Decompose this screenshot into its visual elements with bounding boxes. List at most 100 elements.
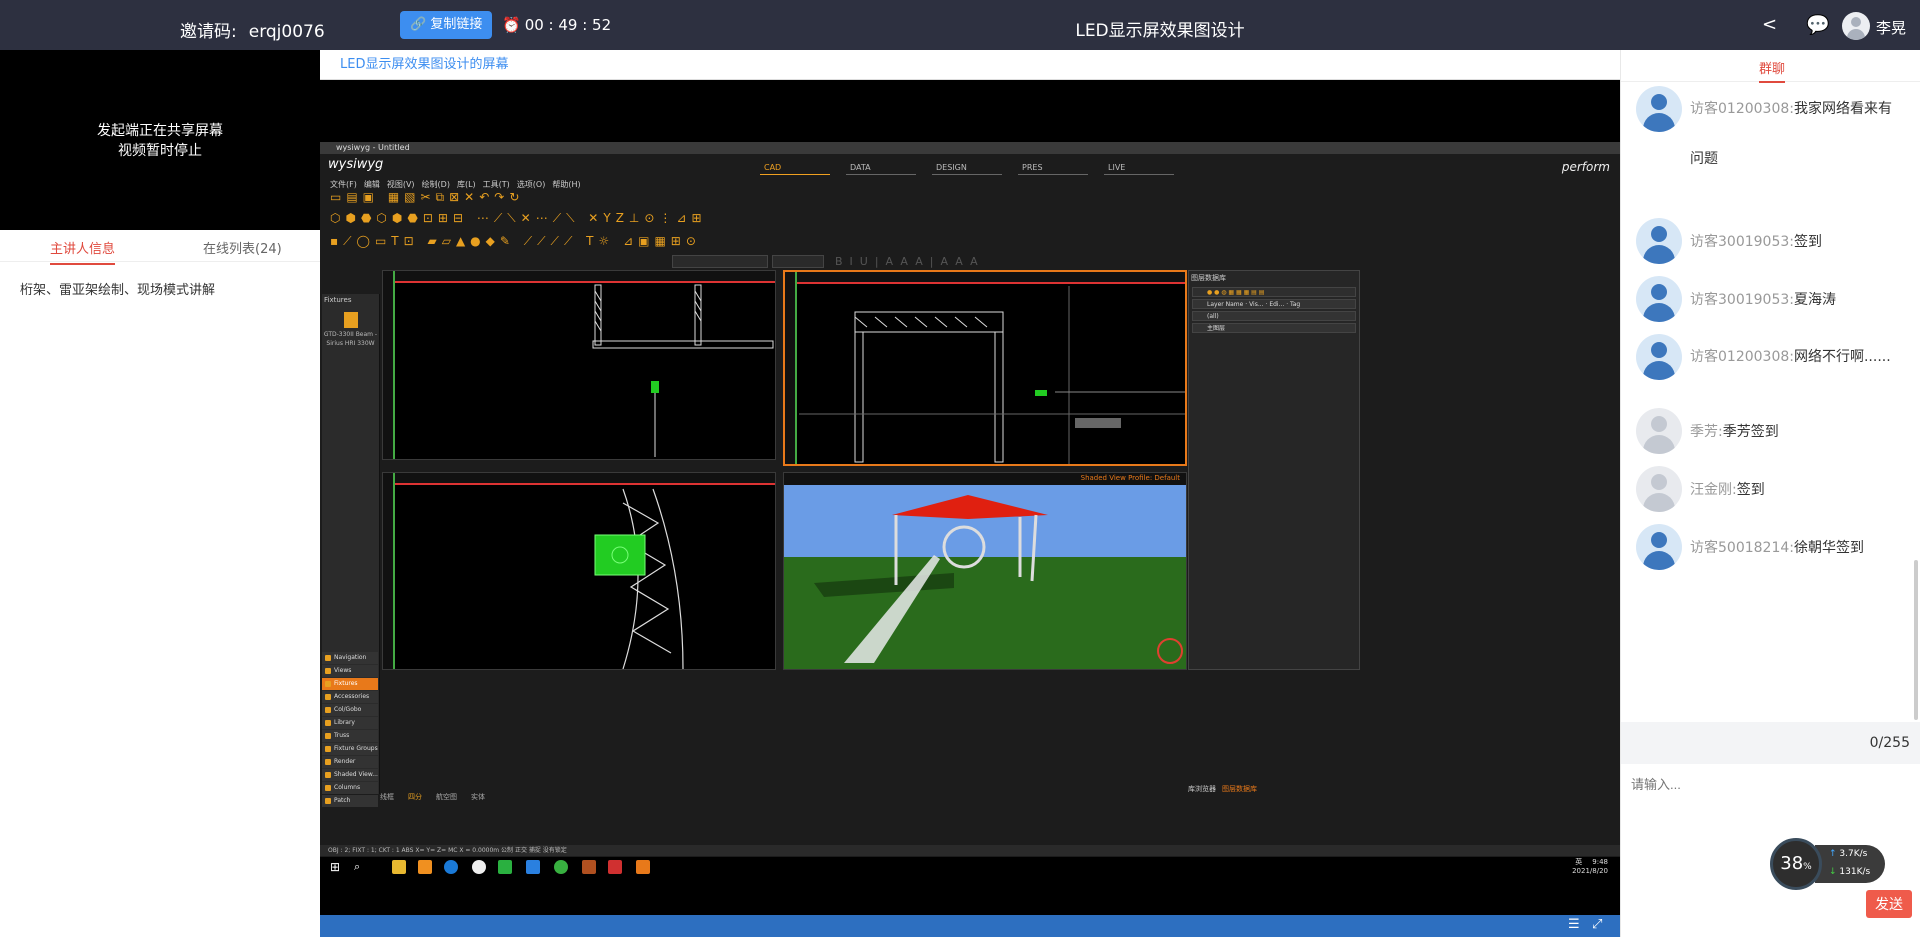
side-nav-item[interactable]: Views — [322, 665, 378, 677]
tab-library-browser[interactable]: 库浏览器 — [1188, 785, 1216, 793]
file-explorer-icon[interactable] — [392, 860, 406, 874]
side-nav-item[interactable]: Render — [322, 756, 378, 768]
side-nav-item[interactable]: Library — [322, 717, 378, 729]
qq-icon[interactable] — [472, 860, 486, 874]
app-icon[interactable] — [636, 860, 650, 874]
app-side-nav: Navigation Views Fixtures Accessories Co… — [322, 652, 378, 808]
top-header: 邀请码: erqj0076 🔗 复制链接 ⏰ 00 : 49 : 52 LED显示屏… — [0, 0, 1920, 50]
tab-solid[interactable]: 实体 — [471, 793, 485, 801]
download-arrow-icon: ↓ — [1829, 867, 1837, 877]
mode-pres[interactable]: PRES — [1018, 162, 1088, 175]
mode-design[interactable]: DESIGN — [932, 162, 1002, 175]
chat-input[interactable] — [1631, 777, 1811, 792]
windows-start-icon[interactable]: ⊞ — [330, 860, 344, 874]
browser-icon[interactable] — [444, 860, 458, 874]
toolbar-icons-row-1[interactable]: ▭▤▣ ▦▧✂⧉⊠✕↶↷↻ — [330, 190, 1030, 206]
app-icon[interactable] — [418, 860, 432, 874]
side-nav-item[interactable]: Navigation — [322, 652, 378, 664]
alarm-clock-icon: ⏰ — [502, 16, 521, 34]
font-selectors[interactable] — [672, 255, 828, 270]
sender-name[interactable]: 访客01200308: — [1690, 101, 1794, 117]
settings-sliders-icon[interactable]: ☰ — [1568, 917, 1580, 932]
avatar[interactable] — [1842, 12, 1870, 40]
avatar[interactable] — [1636, 524, 1682, 570]
side-nav-item[interactable]: Columns — [322, 782, 378, 794]
menu-item[interactable]: 选项(O) — [517, 180, 546, 189]
sender-name[interactable]: 汪金刚: — [1690, 482, 1737, 498]
send-button[interactable]: 发送 — [1866, 890, 1912, 918]
avatar[interactable] — [1636, 466, 1682, 512]
chat-icon[interactable]: 💬 — [1806, 13, 1830, 36]
upload-arrow-icon: ↑ — [1829, 849, 1837, 859]
side-nav-item[interactable]: Shaded View... — [322, 769, 378, 781]
chat-messages: 访客01200308:我家网络看来有问题 访客30019053:签到 访客30019… — [1621, 86, 1920, 721]
avatar[interactable] — [1636, 408, 1682, 454]
screen-title: LED显示屏效果图设计的屏幕 — [320, 50, 1620, 80]
search-icon[interactable]: ⌕ — [354, 860, 368, 874]
mode-cad[interactable]: CAD — [760, 162, 830, 175]
menu-item[interactable]: 视图(V) — [387, 180, 415, 189]
viewport-top[interactable] — [382, 270, 776, 460]
mode-live[interactable]: LIVE — [1104, 162, 1174, 175]
copy-link-button[interactable]: 🔗 复制链接 — [400, 11, 493, 39]
menu-item[interactable]: 帮助(H) — [552, 180, 580, 189]
message-text: 访客01200308:我家网络看来有问题 — [1690, 101, 1892, 167]
app-icon[interactable] — [554, 860, 568, 874]
fixture-icon[interactable] — [343, 312, 358, 328]
viewport-shaded[interactable]: Shaded View Profile: Default — [783, 472, 1187, 670]
app-menubar: 文件(F) 编辑 视图(V) 绘制(D) 库(L) 工具(T) 选项(O) 帮助(H) — [330, 179, 588, 190]
text-format-icons[interactable]: BIU|AAA|AAA — [835, 255, 985, 268]
avatar[interactable] — [1636, 218, 1682, 264]
chat-scrollbar[interactable] — [1914, 560, 1918, 720]
share-icon[interactable]: < — [1762, 14, 1777, 35]
tab-wireframe[interactable]: 线框 — [380, 793, 394, 801]
sender-name[interactable]: 访客50018214: — [1690, 540, 1794, 556]
sender-name[interactable]: 季芳: — [1690, 424, 1723, 440]
network-speed-widget: ↑ 3.7K/s ↓ 131K/s 38% — [1770, 838, 1890, 890]
menu-item[interactable]: 文件(F) — [330, 180, 357, 189]
app-icon[interactable] — [608, 860, 622, 874]
avatar[interactable] — [1636, 334, 1682, 380]
app-status-bar: OBJ : 2; FIXT : 1; CKT : 1 ABS X= Y= Z= … — [320, 845, 1620, 856]
app-icon[interactable] — [526, 860, 540, 874]
side-nav-item[interactable]: Patch — [322, 795, 378, 807]
side-nav-item[interactable]: Fixtures — [322, 678, 378, 690]
avatar[interactable] — [1636, 86, 1682, 132]
avatar[interactable] — [1636, 276, 1682, 322]
layer-toolbar[interactable]: ● ● ◍ ▦ ▦ ▦ ▤ ▤ — [1192, 287, 1356, 297]
viewport-front[interactable] — [783, 270, 1187, 466]
tab-group-chat[interactable]: 群聊 — [1759, 58, 1786, 83]
toolbar-icons-row-3[interactable]: ▪⟋◯▭T⊡ ▰▱▲●◆✎ ⟋⟋⟋⟋ T☼ ⊿▣▦⊞⊙ — [330, 234, 1030, 250]
menu-item[interactable]: 编辑 — [364, 180, 380, 189]
shaded-3d-render — [784, 485, 1186, 669]
sender-name[interactable]: 访客30019053: — [1690, 292, 1794, 308]
tab-aerial[interactable]: 航空图 — [436, 793, 457, 801]
toolbar-icons-row-2[interactable]: ⬡⬢⬣⬡⬢⬣⊡⊞⊟ ⋯⟋⟍✕⋯⟋⟍ ✕YZ⊥⊙⋮⊿⊞ — [330, 211, 1030, 227]
user-name[interactable]: 李晃 — [1876, 17, 1906, 38]
sender-name[interactable]: 访客30019053: — [1690, 234, 1794, 250]
side-nav-item[interactable]: Accessories — [322, 691, 378, 703]
side-nav-item[interactable]: Col/Gobo — [322, 704, 378, 716]
app-titlebar: wysiwyg - Untitled — [320, 142, 1620, 154]
taskbar-lang[interactable]: 英 — [1575, 858, 1582, 866]
wysiwyg-task-icon[interactable] — [582, 860, 596, 874]
fullscreen-icon[interactable]: ⤢ — [1592, 917, 1602, 932]
mode-data[interactable]: DATA — [846, 162, 916, 175]
side-nav-item[interactable]: Truss — [322, 730, 378, 742]
side-nav-item[interactable]: Fixture Groups — [322, 743, 378, 755]
layer-row[interactable]: 主图层 — [1192, 323, 1356, 333]
tab-online-list[interactable]: 在线列表(24) — [203, 238, 282, 257]
screen-control-bar: ☰ ⤢ — [320, 915, 1620, 937]
page-title: LED显示屏效果图设计 — [1075, 21, 1245, 41]
layer-filter-row[interactable]: (all) — [1192, 311, 1356, 321]
menu-item[interactable]: 工具(T) — [483, 180, 510, 189]
viewport-side[interactable] — [382, 472, 776, 670]
tab-quad[interactable]: 四分 — [408, 793, 422, 801]
tab-layer-database[interactable]: 图层数据库 — [1222, 785, 1257, 793]
wechat-icon[interactable] — [498, 860, 512, 874]
menu-item[interactable]: 绘制(D) — [422, 180, 450, 189]
sender-name[interactable]: 访客01200308: — [1690, 349, 1794, 365]
menu-item[interactable]: 库(L) — [457, 180, 476, 189]
tab-speaker-info[interactable]: 主讲人信息 — [50, 238, 116, 265]
fixture-name[interactable]: GTD-330II Beam - Sirius HRI 330W — [322, 330, 379, 348]
